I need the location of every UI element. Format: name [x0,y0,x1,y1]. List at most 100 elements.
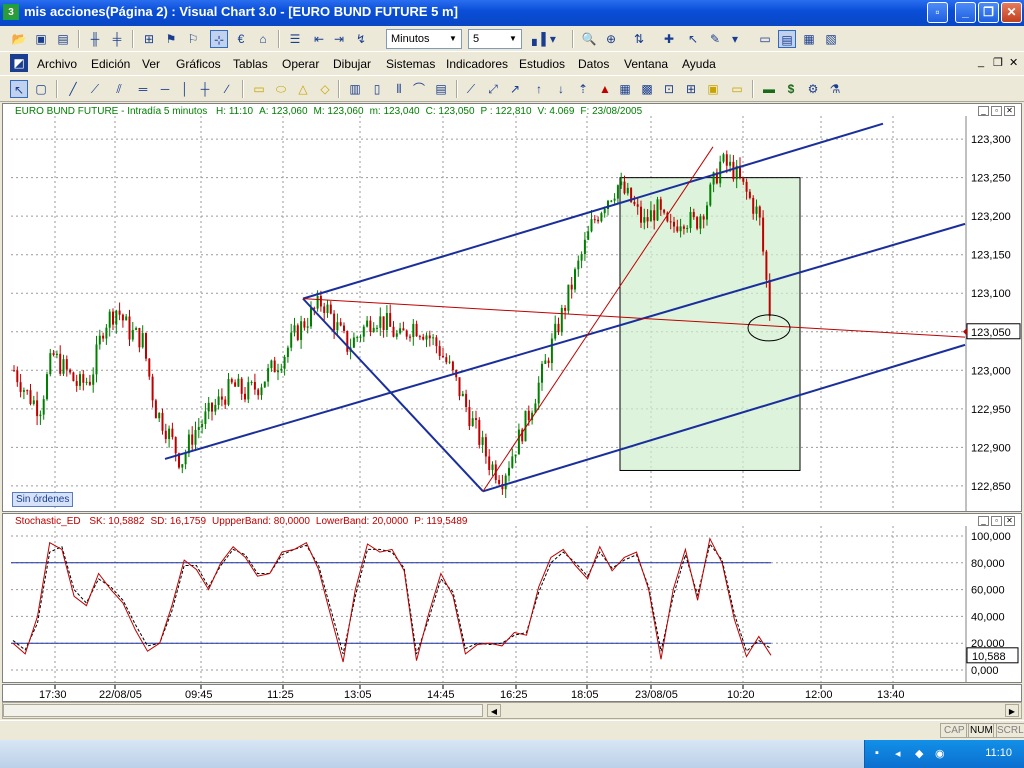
text-note-icon[interactable]: ▤ [432,80,450,98]
fibonacci-retracement-icon[interactable]: ▥ [346,80,364,98]
price-chart-pane[interactable]: 123,300 123,250 123,200 123,150 123,100 123,0… [2,103,1022,512]
delete-drawings-icon[interactable]: ▭ [728,80,746,98]
clear-arrow-icon[interactable]: ⇡ [574,80,592,98]
menu-datos[interactable]: Datos [578,57,609,71]
portfolio-icon[interactable]: ⚑ [162,30,180,48]
auto-scale-icon[interactable]: ⇅ [630,30,648,48]
money-icon[interactable]: ▬ [760,80,778,98]
zoom-in-icon[interactable]: ⊕ [602,30,620,48]
pane-restore-icon[interactable]: ▫ [991,516,1002,526]
menu-tablas[interactable]: Tablas [233,57,268,71]
chevron-down-icon[interactable]: ▾ [726,30,744,48]
pane-close-icon[interactable]: ✕ [1004,516,1015,526]
menu-ayuda[interactable]: Ayuda [682,57,716,71]
mdi-restore-icon[interactable]: ❐ [993,56,1003,69]
diamond-tool-icon[interactable]: ◇ [316,80,334,98]
clipboard-tool-icon[interactable]: ▣ [704,80,722,98]
regression-tool-icon[interactable]: ⤢ [484,80,502,98]
rectangle-tool-icon[interactable]: ▭ [250,80,268,98]
vertical-line-tool-icon[interactable]: │ [176,80,194,98]
layout-grid-icon[interactable]: ▦ [800,30,818,48]
ray-tool-icon[interactable]: ⟋ [86,80,104,98]
chart-style-dropdown-icon[interactable]: ▖▌▾ [530,30,558,48]
cursor-tool-icon[interactable]: ↖ [684,30,702,48]
horizontal-scrollbar[interactable]: ◀ ▶ [2,702,1022,719]
mdi-restore-button[interactable]: ▫ [927,2,948,23]
timeframe-value-select[interactable]: 5 ▼ [468,29,522,49]
cycles-tool-icon[interactable]: ▦ [616,80,634,98]
orders-status-badge[interactable]: Sin órdenes [12,492,74,507]
save-icon[interactable]: ▣ [32,30,50,48]
scrollbar-thumb[interactable] [3,704,483,717]
draw-lines-icon[interactable]: ↯ [352,30,370,48]
tray-app-icon[interactable]: ◆ [915,747,923,760]
volume-icon[interactable]: ◂ [895,747,901,760]
stochastic-pane[interactable]: 100,000 80,000 60,000 40,000 20,000 0,000 10,5… [2,513,1022,683]
chart-document-icon[interactable]: ◩ [10,54,28,72]
trading-system-icon[interactable]: ⚙ [804,80,822,98]
mdi-minimize-icon[interactable]: _ [978,56,984,68]
pane-restore-icon[interactable]: ▫ [991,106,1002,116]
pointer-tool-icon[interactable]: ↖ [10,80,28,98]
freehand-tool-icon[interactable]: ∕ [218,80,236,98]
menu-edicion[interactable]: Edición [91,57,130,71]
save-all-icon[interactable]: ▤ [54,30,72,48]
minimize-button[interactable]: _ [955,2,976,23]
maximize-button[interactable]: ❐ [978,2,999,23]
ellipse-tool-icon[interactable]: ⬭ [272,80,290,98]
menu-ver[interactable]: Ver [142,57,160,71]
pen-color-icon[interactable]: ✎ [706,30,724,48]
select-rect-tool-icon[interactable]: ▢ [32,80,50,98]
zoom-out-icon[interactable]: 🔍 [580,30,598,48]
dollar-icon[interactable]: $ [782,80,800,98]
pane-minimize-icon[interactable]: _ [978,516,989,526]
triangle-tool-icon[interactable]: △ [294,80,312,98]
alerts-icon[interactable]: ⚐ [184,30,202,48]
mdi-close-icon[interactable]: ✕ [1009,56,1018,69]
menu-operar[interactable]: Operar [282,57,319,71]
parallel-lines-tool-icon[interactable]: ⫽ [110,80,128,98]
grid-tool-icon[interactable]: ▩ [638,80,656,98]
optimizer-icon[interactable]: ⚗ [826,80,844,98]
new-page-icon[interactable]: ⊞ [140,30,158,48]
menu-archivo[interactable]: Archivo [37,57,77,71]
crosshair-icon[interactable]: ✚ [660,30,678,48]
open-folder-icon[interactable]: 📂 [10,30,28,48]
sell-arrow-icon[interactable]: ↓ [552,80,570,98]
gann-fan-icon[interactable]: ⫴ [390,80,408,98]
menu-sistemas[interactable]: Sistemas [386,57,435,71]
currency-icon[interactable]: € [232,30,250,48]
pitchfork-tool-icon[interactable]: ⟋ [462,80,480,98]
timeframe-unit-select[interactable]: Minutos ▼ [386,29,462,49]
close-button[interactable]: ✕ [1001,2,1022,23]
menu-graficos[interactable]: Gráficos [176,57,221,71]
layout-single-icon[interactable]: ▭ [756,30,774,48]
arrow-tool-icon[interactable]: ↗ [506,80,524,98]
channel-tool-icon[interactable]: ═ [134,80,152,98]
menu-estudios[interactable]: Estudios [519,57,565,71]
bar-chart-icon[interactable]: ╫ [86,30,104,48]
pane-minimize-icon[interactable]: _ [978,106,989,116]
home-icon[interactable]: ⌂ [254,30,272,48]
crosshair-tool-icon[interactable]: ┼ [196,80,214,98]
trendline-tool-icon[interactable]: ╱ [64,80,82,98]
menu-ventana[interactable]: Ventana [624,57,668,71]
buy-arrow-icon[interactable]: ↑ [530,80,548,98]
time-axis[interactable]: 17:30 22/08/05 09:45 11:25 13:05 14:45 16:25 18… [2,684,1022,702]
scroll-left-arrow-icon[interactable]: ◀ [487,704,501,717]
menu-dibujar[interactable]: Dibujar [333,57,371,71]
connect-icon[interactable]: ⊹ [210,30,228,48]
properties-icon[interactable]: ☰ [286,30,304,48]
fibonacci-arcs-icon[interactable]: ⌒ [410,80,428,98]
scroll-right-arrow-icon[interactable]: ▶ [1005,704,1019,717]
scroll-left-icon[interactable]: ⇤ [310,30,328,48]
zoom-area-tool-icon[interactable]: ⊞ [682,80,700,98]
marker-up-icon[interactable]: ▲ [596,80,614,98]
fibonacci-time-icon[interactable]: ▯ [368,80,386,98]
network-icon[interactable]: ▪ [875,747,879,759]
tray-app-icon[interactable]: ◉ [935,747,945,760]
magnifier-tool-icon[interactable]: ⊡ [660,80,678,98]
layout-split-icon[interactable]: ▤ [778,30,796,48]
pane-close-icon[interactable]: ✕ [1004,106,1015,116]
layout-tile-icon[interactable]: ▧ [822,30,840,48]
